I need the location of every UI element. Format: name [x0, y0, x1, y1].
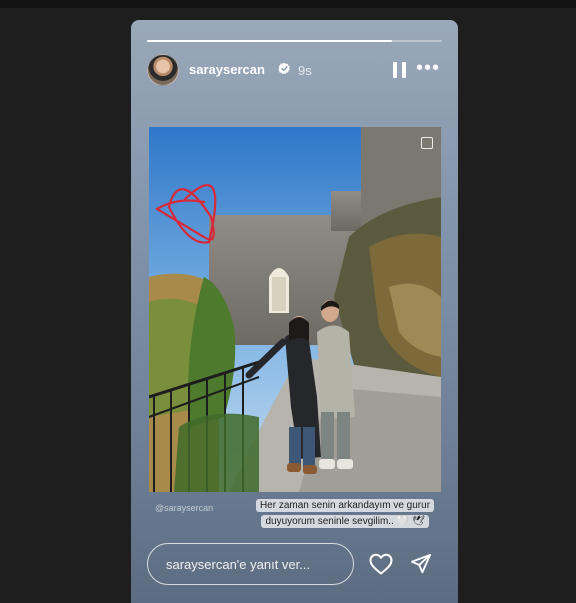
send-icon[interactable] — [410, 553, 432, 575]
story-viewer[interactable]: saraysercan 9s ••• @saraysercan Her zama… — [131, 20, 458, 603]
more-options-icon[interactable]: ••• — [413, 58, 443, 78]
avatar[interactable] — [147, 54, 179, 86]
pause-icon[interactable] — [393, 62, 407, 78]
story-progress-fill — [147, 40, 392, 42]
heart-icon[interactable] — [369, 553, 393, 575]
story-header: saraysercan 9s ••• — [147, 54, 442, 86]
castle-photo-illustration — [149, 127, 441, 492]
username-watermark: @saraysercan — [155, 503, 214, 513]
reply-input[interactable] — [147, 543, 354, 585]
story-caption: Her zaman senin arkandayım ve gurur duyu… — [255, 498, 435, 530]
page-top-bar — [0, 0, 576, 8]
caption-line: duyuyorum seninle sevgilim.. 🤍 🕊 — [261, 515, 429, 528]
caption-line: Her zaman senin arkandayım ve gurur — [255, 499, 435, 512]
story-timestamp: 9s — [298, 63, 312, 78]
verified-badge-icon — [278, 62, 290, 74]
story-progress-bar — [147, 40, 442, 42]
mute-icon[interactable] — [421, 137, 433, 149]
story-photo — [149, 127, 441, 492]
username[interactable]: saraysercan — [189, 62, 265, 77]
